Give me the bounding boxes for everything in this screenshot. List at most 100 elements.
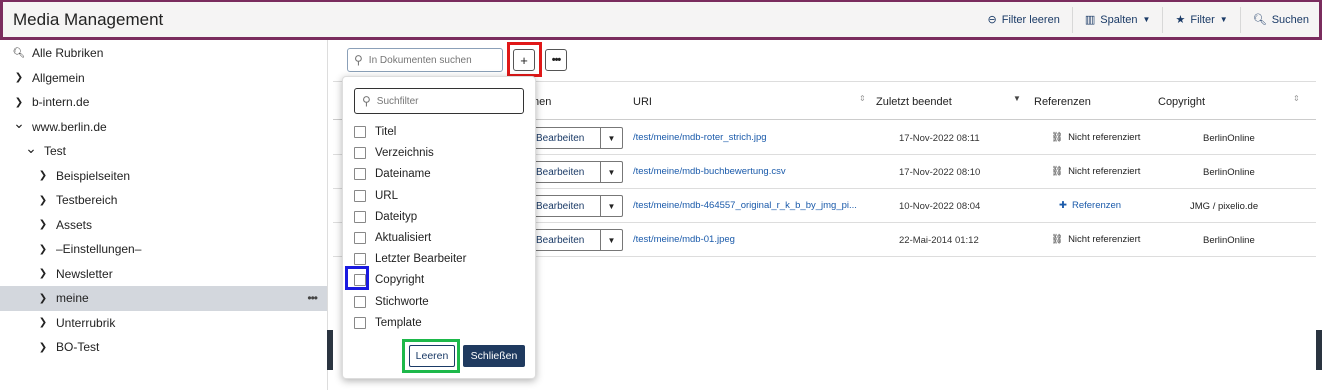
filter-option[interactable]: Letzter Bearbeiter	[354, 250, 466, 268]
columns-label: Spalten	[1100, 13, 1138, 26]
search-icon: 🔍︎	[1252, 14, 1267, 26]
sidebar-item-label: Test	[44, 144, 67, 159]
sort-icon[interactable]: ⇕	[1293, 94, 1300, 103]
filter-option[interactable]: Dateityp	[354, 208, 417, 226]
search-button[interactable]: 🔍︎ Suchen	[1241, 2, 1319, 37]
checkbox[interactable]	[354, 210, 366, 223]
sidebar-item[interactable]: ❯ BO-Test	[0, 335, 327, 360]
columns-button[interactable]: ▥ Spalten ▼	[1073, 2, 1163, 37]
sidebar-item[interactable]: ❯ Assets	[0, 213, 327, 238]
checkbox[interactable]	[354, 126, 366, 138]
sidebar-item[interactable]: ❯ b-intern.de	[0, 90, 327, 115]
sidebar-item-label: Beispielseiten	[56, 168, 131, 183]
sidebar-item[interactable]: ❯ meine •••	[0, 286, 327, 311]
search-icon: ⚲	[362, 94, 371, 108]
caret-down-icon[interactable]: ▼	[600, 162, 622, 182]
filter-option[interactable]: Stichworte	[354, 293, 429, 311]
filter-option-label: Aktualisiert	[375, 232, 432, 244]
unlink-icon: ⛓	[1051, 132, 1064, 143]
filter-option-label: Stichworte	[375, 295, 429, 308]
column-header-copyright[interactable]: Copyright	[1158, 96, 1205, 108]
last-finished-date: 17-Nov-2022 08:11	[899, 133, 980, 144]
uri-link[interactable]: /test/meine/mdb-01.jpeg	[633, 234, 735, 245]
document-search-input[interactable]	[368, 54, 489, 66]
references-cell: ⛓ Nicht referenziert	[1051, 132, 1140, 143]
sidebar-item[interactable]: ❯ Beispielseiten	[0, 164, 327, 189]
filter-option-label: Dateityp	[375, 210, 418, 223]
sort-icon[interactable]: ⇕	[859, 94, 866, 103]
filter-search-input[interactable]	[376, 95, 507, 107]
filter-clear-label: Filter leeren	[1001, 13, 1060, 26]
chevron-down-icon: ⌄	[25, 139, 37, 156]
caret-down-icon[interactable]: ▼	[600, 128, 622, 148]
sidebar-item[interactable]: ⌄ Test	[0, 139, 327, 164]
close-button[interactable]: Schließen	[463, 345, 525, 367]
sort-desc-icon[interactable]: ▼	[1013, 94, 1021, 103]
edit-split-button[interactable]: Bearbeiten ▼	[529, 161, 623, 183]
caret-down-icon[interactable]: ▼	[600, 230, 622, 250]
filter-button[interactable]: ★ Filter ▼	[1163, 2, 1239, 37]
sidebar-item[interactable]: 🔍︎ Alle Rubriken	[0, 41, 327, 66]
sidebar: 🔍︎ Alle Rubriken ❯ Allgemein ❯ b-intern.de ⌄ ww…	[0, 40, 328, 390]
uri-link[interactable]: /test/meine/mdb-buchbewertung.csv	[633, 166, 786, 177]
sidebar-item[interactable]: ⌄ www.berlin.de	[0, 115, 327, 140]
filter-option-label: URL	[375, 189, 399, 202]
highlight-green-box	[402, 339, 460, 373]
checkbox[interactable]	[354, 253, 366, 266]
more-options-icon[interactable]: •••	[307, 291, 318, 305]
highlight-blue-box	[345, 266, 369, 290]
edit-button-label: Bearbeiten	[536, 234, 585, 246]
edit-split-button[interactable]: Bearbeiten ▼	[529, 229, 623, 251]
sidebar-item[interactable]: ❯ –Einstellungen–	[0, 237, 327, 262]
column-header-last-finished[interactable]: Zuletzt beendet	[876, 96, 952, 108]
sidebar-item-label: meine	[56, 291, 89, 306]
chevron-right-icon: ❯	[38, 194, 48, 206]
document-search-field[interactable]: ⚲	[347, 48, 503, 72]
uri-link[interactable]: /test/meine/mdb-464557_original_r_k_b_by…	[633, 200, 857, 211]
checkbox[interactable]	[354, 168, 366, 181]
sidebar-item-label: b-intern.de	[32, 95, 90, 110]
checkbox[interactable]	[354, 147, 366, 160]
filter-option[interactable]: Template	[354, 314, 422, 332]
minus-circle-icon: ⊖	[987, 14, 997, 26]
copyright-value: BerlinOnline	[1203, 133, 1255, 144]
checkbox[interactable]	[354, 316, 366, 329]
filter-option[interactable]: Titel	[354, 123, 396, 141]
filter-option[interactable]: Verzeichnis	[354, 144, 434, 162]
edit-split-button[interactable]: Bearbeiten ▼	[529, 195, 623, 217]
references-cell[interactable]: ✚ Referenzen	[1059, 200, 1121, 211]
sidebar-item-label: BO-Test	[56, 340, 100, 355]
filter-option[interactable]: Aktualisiert	[354, 229, 431, 247]
sidebar-item[interactable]: ❯ Allgemein	[0, 66, 327, 91]
sidebar-item[interactable]: ❯ Newsletter	[0, 262, 327, 287]
filter-option-label: Copyright	[375, 274, 425, 287]
chevron-right-icon: ❯	[38, 292, 48, 304]
uri-link[interactable]: /test/meine/mdb-roter_strich.jpg	[633, 132, 767, 143]
column-header-references[interactable]: Referenzen	[1034, 96, 1091, 108]
sidebar-item-label: Testbereich	[56, 193, 118, 208]
checkbox[interactable]	[354, 232, 366, 244]
references-label: Nicht referenziert	[1068, 132, 1141, 143]
caret-down-icon[interactable]: ▼	[600, 196, 622, 216]
references-cell: ⛓ Nicht referenziert	[1051, 166, 1140, 177]
filter-option[interactable]: URL	[354, 187, 398, 205]
sidebar-item[interactable]: ❯ Unterrubrik	[0, 311, 327, 336]
header-actions: ⊖ Filter leeren ▥ Spalten ▼ ★ Filter ▼ 🔍…	[976, 2, 1319, 37]
chevron-right-icon: ❯	[14, 96, 24, 108]
filter-clear-button[interactable]: ⊖ Filter leeren	[976, 2, 1072, 37]
filter-search-field[interactable]: ⚲	[354, 88, 524, 114]
checkbox[interactable]	[354, 189, 366, 202]
references-cell: ⛓ Nicht referenziert	[1051, 234, 1140, 245]
sidebar-item[interactable]: ❯ Testbereich	[0, 188, 327, 213]
edit-split-button[interactable]: Bearbeiten ▼	[529, 127, 623, 149]
more-options-button[interactable]: •••	[545, 49, 567, 71]
column-header-uri[interactable]: URI	[633, 96, 652, 108]
right-panel-collapse-handle[interactable]	[1316, 330, 1322, 370]
chevron-right-icon: ❯	[38, 341, 48, 353]
puzzle-icon: ✚	[1059, 200, 1067, 211]
unlink-icon: ⛓	[1051, 234, 1064, 245]
chevron-right-icon: ❯	[38, 219, 48, 231]
filter-option[interactable]: Dateiname	[354, 165, 431, 183]
checkbox[interactable]	[354, 295, 366, 308]
search-icon: ⚲	[354, 53, 363, 67]
